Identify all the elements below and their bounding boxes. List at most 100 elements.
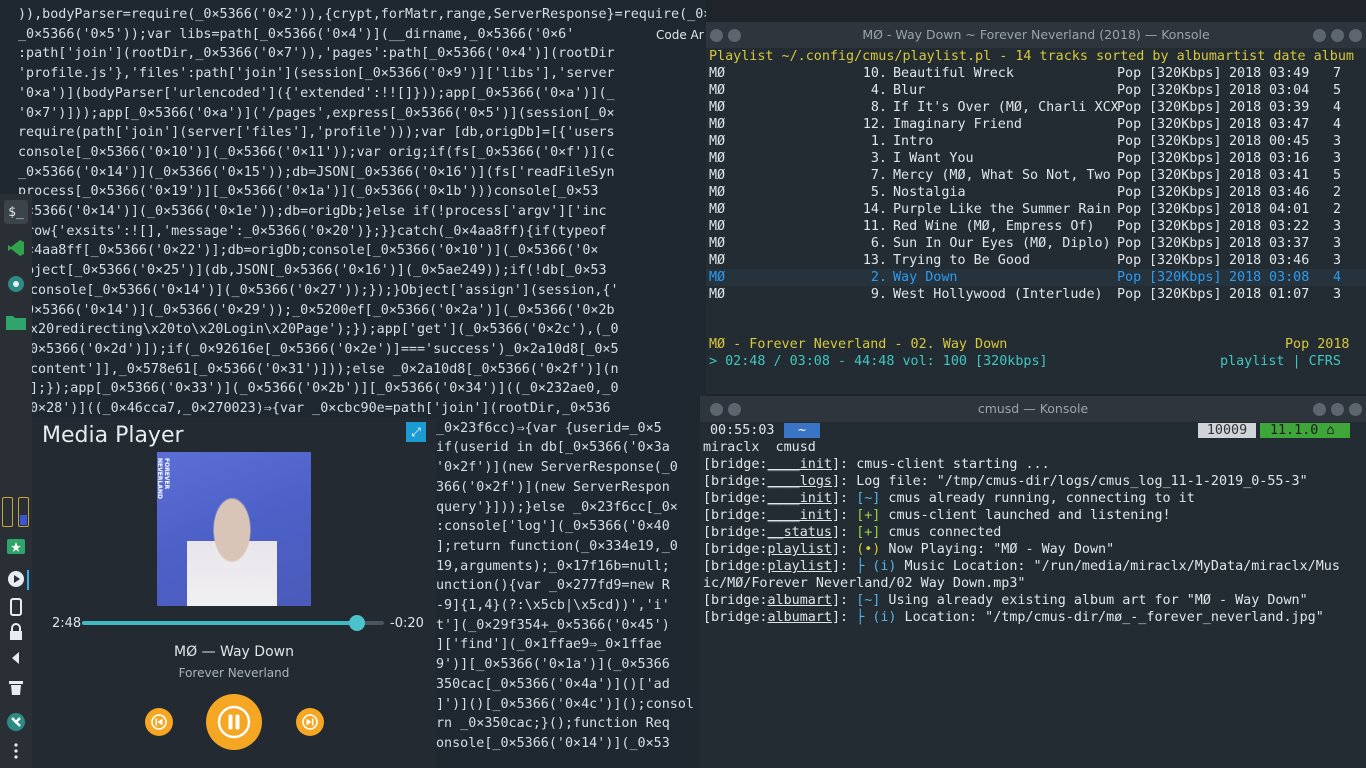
code-line: query'}]));}else _0×23f6cc[_0× [436, 499, 678, 515]
track-artist: MØ [709, 202, 726, 217]
track-year: 2018 [1229, 236, 1262, 251]
cmus-window-title: MØ - Way Down ~ Forever Neverland (2018)… [862, 27, 1210, 42]
track-duration: 03:22 [1269, 219, 1310, 234]
pin-window-button[interactable] [728, 403, 741, 416]
track-genre: Pop [1117, 168, 1142, 183]
track-plays: 4 [1333, 100, 1342, 115]
maximize-button[interactable] [1331, 29, 1344, 42]
more-icon[interactable] [4, 739, 28, 763]
close-button[interactable] [1349, 403, 1362, 416]
track-duration: 01:07 [1269, 287, 1310, 302]
track-year: 2018 [1229, 168, 1262, 183]
album-art: FOREVER NEVERLAND [157, 452, 311, 606]
code-line: _0×5366('0×14')](_0×5366('0×29'));_0×520… [18, 302, 615, 318]
code-line: t'](_0×29f354+_0×5366('0×45') [436, 617, 670, 633]
log-mark: [~] [856, 593, 881, 608]
log-prefix: [bridge: [703, 542, 768, 557]
star-icon[interactable] [4, 534, 28, 558]
track-row[interactable] [706, 184, 1366, 201]
log-line: ic/MØ/Forever Neverland/02 Way Down.mp3" [703, 575, 1025, 592]
track-title: I Want You [893, 151, 974, 166]
track-bitrate: [320Kbps] [1149, 253, 1222, 268]
track-artist: MØ [709, 287, 726, 302]
seek-slider-knob[interactable] [348, 615, 365, 631]
code-line: 0×4aa8ff[_0×5366('0×22')];db=origDb;cons… [18, 243, 599, 259]
seek-slider-fill [82, 621, 357, 625]
network-icon[interactable] [4, 272, 28, 296]
user-line: miraclx cmusd [703, 440, 816, 455]
log-mark: [~] [856, 491, 881, 506]
cmus-window-titlebar[interactable]: MØ - Way Down ~ Forever Neverland (2018)… [706, 22, 1366, 48]
code-line: '0×7')]));app[_0×5366('0×a')]('/pages',e… [18, 105, 615, 121]
lock-icon[interactable] [4, 620, 28, 644]
track-genre: Pop [1117, 270, 1142, 285]
pause-button[interactable] [206, 694, 262, 750]
phone-icon[interactable] [4, 595, 28, 619]
track-row[interactable] [706, 252, 1366, 269]
log-mod: albumart [767, 593, 833, 608]
window-menu-button[interactable] [710, 29, 723, 42]
track-title: If It's Over (MØ, Charli XCX [893, 100, 1119, 115]
pin-window-button[interactable] [728, 29, 741, 42]
track-number: 8. [870, 100, 887, 115]
media-player-widget: Media Player ⤢ FOREVER NEVERLAND 2:48 -0… [32, 418, 436, 768]
code-line: -9]{1,4}(?:\x5cb|\x5cd))','i' [436, 598, 670, 613]
track-title: Mercy (MØ, What So Not, Two [893, 168, 1111, 183]
terminal-icon[interactable]: $_ [4, 200, 28, 224]
media-player-title: Media Player [42, 423, 184, 448]
track-row[interactable] [706, 116, 1366, 133]
log-prefix: [bridge: [703, 525, 768, 540]
code-icon[interactable] [4, 236, 28, 260]
minimize-button[interactable] [1313, 29, 1326, 42]
shell-prompt: 00:55:03 ~ 10009 11.1.0 ⌂ [700, 422, 1366, 439]
track-plays: 7 [1333, 66, 1342, 81]
trash-icon[interactable] [4, 675, 28, 699]
seek-slider[interactable] [82, 615, 384, 631]
log-line: [bridge:____logs]: Log file: "/tmp/cmus-… [703, 473, 1308, 490]
song-title: MØ — Way Down [174, 644, 294, 660]
arrow-left-icon[interactable] [4, 646, 28, 670]
minimize-button[interactable] [1313, 403, 1326, 416]
log-sep: ]: [832, 474, 857, 489]
log-line: [bridge:playlist]: (•) Now Playing: "MØ … [703, 541, 1114, 558]
maximize-button[interactable] [1331, 403, 1344, 416]
now-playing-meta: Pop 2018 [1285, 337, 1350, 352]
next-track-button[interactable] [296, 708, 324, 736]
track-row[interactable] [706, 150, 1366, 167]
next-icon [302, 714, 318, 730]
track-genre: Pop [1117, 202, 1142, 217]
code-line: ]')]()[_0×5366('0×4c')]();consol [436, 696, 694, 712]
track-row[interactable] [706, 133, 1366, 150]
code-line: console[_0×5366('0×14')](_0×5366('0×27')… [30, 282, 619, 298]
log-msg: cmus-client launched and listening! [880, 508, 1171, 523]
track-number: 10. [862, 66, 887, 81]
log-mod: ____init [767, 508, 833, 523]
track-artist: MØ [709, 117, 726, 132]
track-duration: 03:41 [1269, 168, 1310, 183]
track-year: 2018 [1229, 270, 1262, 285]
log-msg: ic/MØ/Forever Neverland/02 Way Down.mp3" [703, 576, 1026, 591]
code-line: )),bodyParser=require(_0×5366('0×2')),{c… [18, 7, 706, 22]
track-plays: 5 [1333, 83, 1342, 98]
previous-track-button[interactable] [145, 708, 173, 736]
track-artist: MØ [709, 151, 726, 166]
folder-icon[interactable] [4, 310, 28, 334]
track-row[interactable] [706, 65, 1366, 82]
track-row[interactable] [706, 82, 1366, 99]
track-year: 2018 [1229, 202, 1262, 217]
pause-icon [217, 705, 251, 739]
code-line: 350cac[_0×5366('0×4a')]()['ad [436, 676, 670, 692]
log-mark: ├ (i) [856, 559, 897, 574]
settings-icon[interactable] [4, 710, 28, 734]
play-icon[interactable] [4, 567, 28, 591]
track-duration: 03:49 [1269, 66, 1310, 81]
pin-icon[interactable]: ⤢ [406, 422, 426, 442]
code-line: '0×2f')](new ServerResponse(_0 [436, 460, 678, 476]
cmusd-window-titlebar[interactable]: cmusd — Konsole [700, 396, 1366, 422]
log-prefix: [bridge: [703, 457, 768, 472]
window-menu-button[interactable] [710, 403, 723, 416]
track-row-current[interactable] [706, 269, 1366, 286]
track-year: 2018 [1229, 66, 1262, 81]
track-bitrate: [320Kbps] [1149, 287, 1222, 302]
close-button[interactable] [1349, 29, 1362, 42]
